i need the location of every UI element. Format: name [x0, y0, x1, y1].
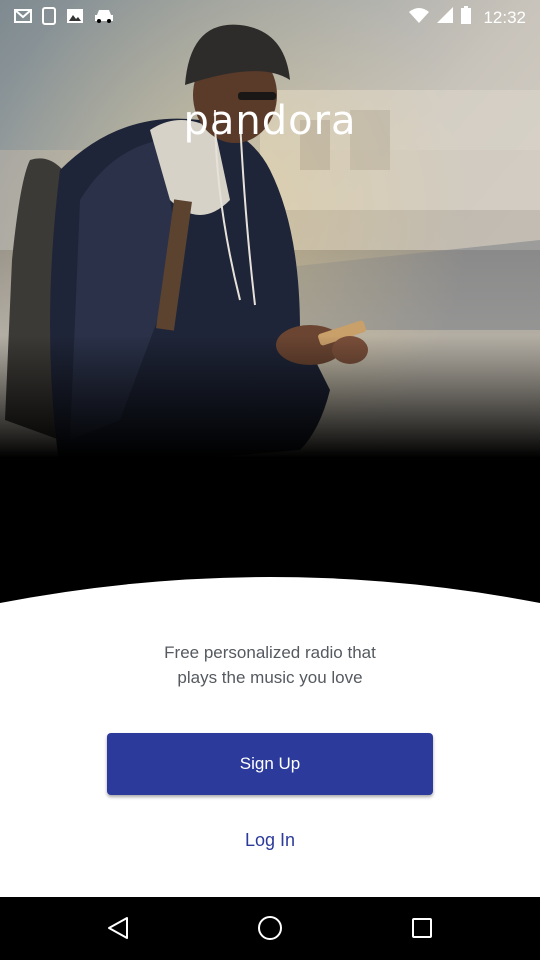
tagline-line-2: plays the music you love: [177, 668, 363, 687]
pandora-logo: pandora: [183, 98, 357, 144]
recents-icon[interactable]: [407, 913, 437, 943]
back-icon[interactable]: [103, 913, 133, 943]
sign-up-label: Sign Up: [239, 754, 301, 773]
tagline-line-1: Free personalized radio that: [164, 643, 376, 662]
tagline: Free personalized radio that plays the m…: [0, 640, 540, 690]
status-system: 12:32: [409, 6, 526, 29]
image-icon: [66, 8, 84, 29]
tablet-icon: [42, 7, 56, 30]
screen: pandora 12:32 Free personalized radio th…: [0, 0, 540, 960]
wifi-icon: [409, 7, 430, 28]
status-bar: 12:32: [0, 0, 540, 32]
hero-photo: [0, 0, 540, 610]
sign-up-button[interactable]: Sign Up: [107, 733, 433, 795]
battery-icon: [461, 6, 472, 29]
car-icon: [94, 9, 114, 28]
home-icon[interactable]: [255, 913, 285, 943]
status-time: 12:32: [483, 7, 526, 27]
navigation-bar: [0, 897, 540, 960]
signal-icon: [437, 7, 454, 28]
log-in-link[interactable]: Log In: [0, 830, 540, 851]
status-notifications: [14, 7, 114, 30]
mail-icon: [14, 9, 32, 28]
